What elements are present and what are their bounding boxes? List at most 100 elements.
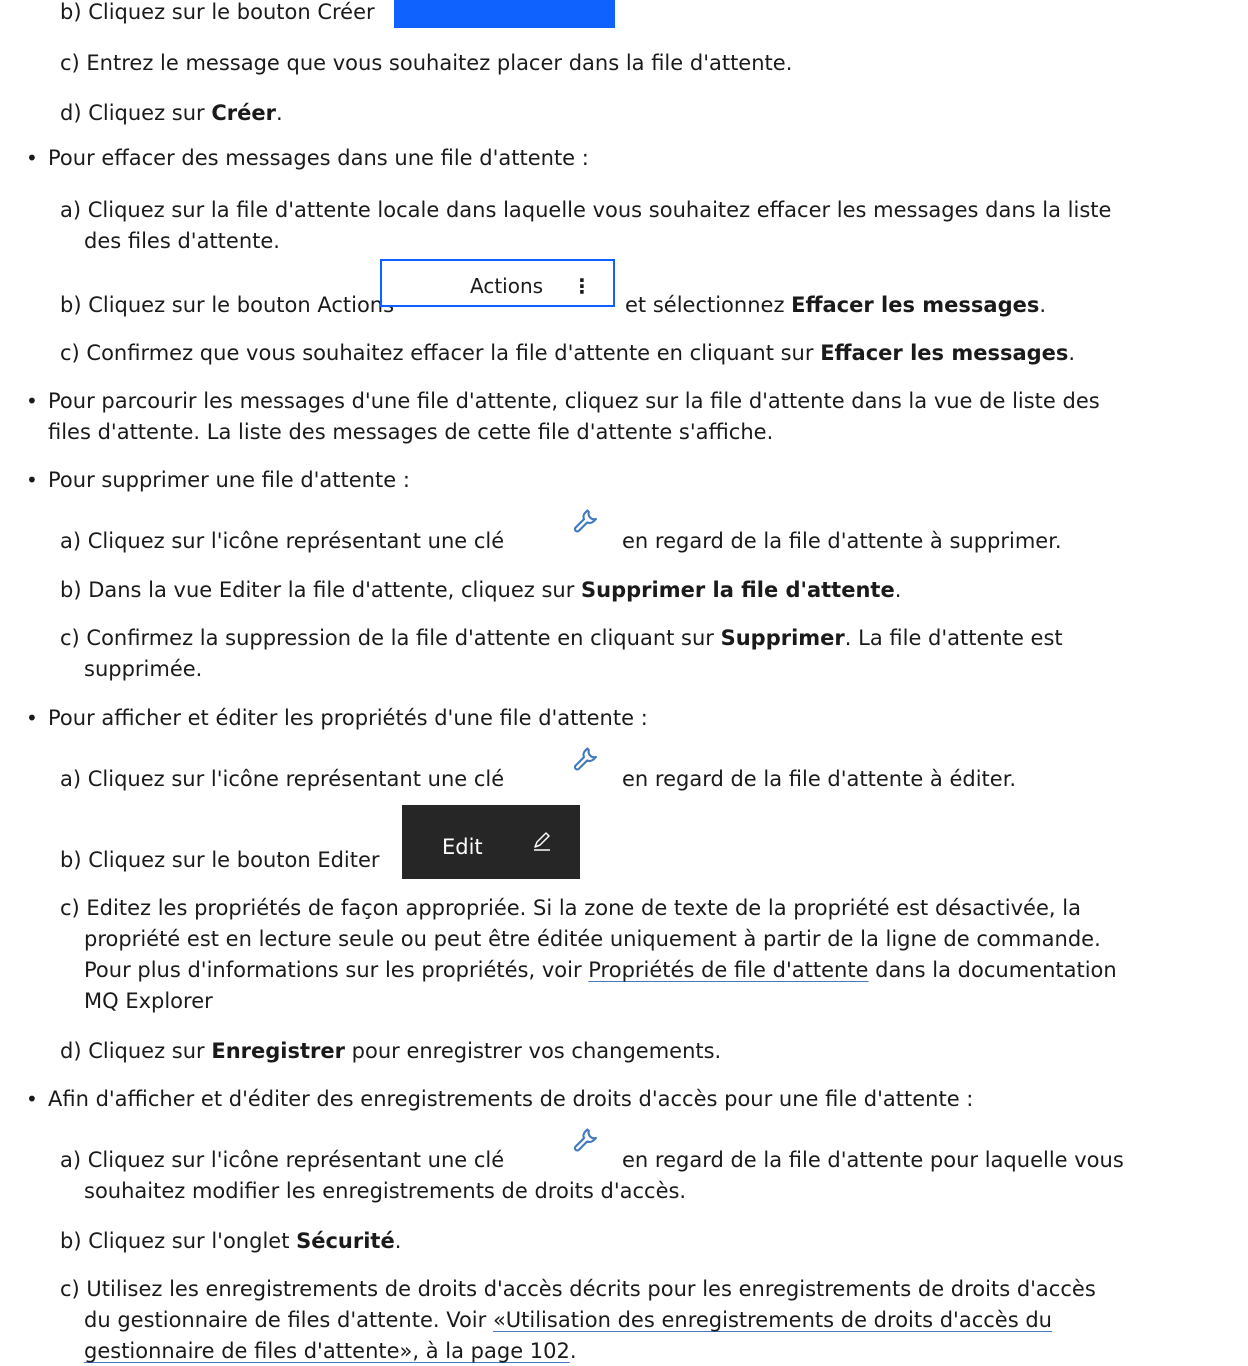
document-body: b) Cliquez sur le bouton Créer c) Entrez… (0, 0, 1248, 1363)
step-text: Pour plus d'informations sur les proprié… (84, 958, 589, 982)
step-text: . (394, 1229, 402, 1253)
step-text: c) Entrez le message que vous souhaitez … (60, 51, 793, 75)
step-text: c) Editez les propriétés de façon approp… (60, 896, 1081, 920)
auth-records-link[interactable]: «Utilisation des enregistrements de droi… (493, 1308, 1052, 1332)
step-text: du gestionnaire de files d'attente. Voir (84, 1308, 493, 1332)
props-step-c: c) Editez les propriétés de façon approp… (60, 893, 1081, 923)
clear-step-a: a) Cliquez sur la file d'attente locale … (60, 195, 1111, 225)
auth-step-a: a) Cliquez sur l'icône représentant une … (60, 1145, 504, 1175)
bold-term: Créer (211, 101, 276, 125)
bold-term: Effacer les messages (791, 293, 1040, 317)
bullet: • (26, 389, 38, 413)
paragraph-text: Afin d'afficher et d'éditer des enregist… (48, 1087, 974, 1111)
step-text: dans la documentation (868, 958, 1117, 982)
step-text: d) Cliquez sur (60, 101, 212, 125)
pencil-icon (534, 832, 550, 851)
clear-step-a-cont: des files d'attente. (84, 226, 280, 256)
step-text: b) Cliquez sur le bouton Editer (60, 848, 380, 872)
wrench-icon (573, 747, 597, 771)
edit-button-image: Edit (402, 805, 580, 879)
step-text: c) Confirmez que vous souhaitez effacer … (60, 341, 821, 365)
actions-button-label: Actions (470, 274, 544, 298)
step-text: a) Cliquez sur l'icône représentant une … (60, 1148, 505, 1172)
step-text: a) Cliquez sur l'icône représentant une … (60, 529, 505, 553)
paragraph-text: Pour supprimer une file d'attente : (48, 468, 410, 492)
auth-step-c-cont-2: gestionnaire de files d'attente», à la p… (84, 1336, 577, 1366)
auth-step-a-cont-2: souhaitez modifier les enregistrements d… (84, 1176, 686, 1206)
step-text: en regard de la file d'attente à éditer. (622, 767, 1017, 791)
create-button-image (394, 0, 615, 28)
step-text: propriété est en lecture seule ou peut ê… (84, 927, 1101, 951)
clear-step-c: c) Confirmez que vous souhaitez effacer … (60, 338, 1075, 368)
step-text: des files d'attente. (84, 229, 280, 253)
step-text: d) Cliquez sur (60, 1039, 212, 1063)
bold-term: Sécurité (296, 1229, 395, 1253)
bullet: • (26, 468, 38, 492)
clear-step-b-cont: et sélectionnez Effacer les messages. (625, 290, 1046, 320)
auth-step-c-cont-1: du gestionnaire de files d'attente. Voir… (84, 1305, 1052, 1335)
step-text: . La file d'attente est (844, 626, 1063, 650)
delete-step-a: a) Cliquez sur l'icône représentant une … (60, 526, 504, 556)
auth-step-c: c) Utilisez les enregistrements de droit… (60, 1274, 1096, 1304)
step-d-create: d) Cliquez sur Créer. (60, 98, 283, 128)
paragraph-text: files d'attente. La liste des messages d… (48, 420, 774, 444)
step-text: supprimée. (84, 657, 203, 681)
step-text: b) Cliquez sur le bouton Créer (60, 0, 375, 24)
step-text: c) Utilisez les enregistrements de droit… (60, 1277, 1096, 1301)
delete-intro: Pour supprimer une file d'attente : (48, 465, 410, 495)
delete-step-b: b) Dans la vue Editer la file d'attente,… (60, 575, 901, 605)
queue-properties-link[interactable]: Propriétés de file d'attente (588, 958, 868, 982)
delete-step-c-cont: supprimée. (84, 654, 202, 684)
step-b-create: b) Cliquez sur le bouton Créer (60, 0, 375, 27)
bullet: • (26, 706, 38, 730)
wrench-icon (573, 1128, 597, 1152)
browse-paragraph-2: files d'attente. La liste des messages d… (48, 417, 773, 447)
props-intro: Pour afficher et éditer les propriétés d… (48, 703, 648, 733)
step-text: . (275, 101, 283, 125)
step-text: et sélectionnez (625, 293, 792, 317)
bullet: • (26, 1087, 38, 1111)
step-text: b) Dans la vue Editer la file d'attente,… (60, 578, 582, 602)
browse-paragraph-1: Pour parcourir les messages d'une file d… (48, 386, 1100, 416)
bold-term: Effacer les messages (820, 341, 1069, 365)
delete-step-c: c) Confirmez la suppression de la file d… (60, 623, 1063, 653)
step-text: en regard de la file d'attente à supprim… (622, 529, 1062, 553)
step-c-create: c) Entrez le message que vous souhaitez … (60, 48, 792, 78)
step-text: . (569, 1339, 577, 1363)
props-step-d: d) Cliquez sur Enregistrer pour enregist… (60, 1036, 721, 1066)
step-text: . (1068, 341, 1076, 365)
step-text: a) Cliquez sur l'icône représentant une … (60, 767, 505, 791)
bold-term: Supprimer (720, 626, 845, 650)
auth-records-link-cont[interactable]: gestionnaire de files d'attente», à la p… (84, 1339, 570, 1363)
props-step-b: b) Cliquez sur le bouton Editer (60, 845, 380, 875)
step-text: en regard de la file d'attente pour laqu… (622, 1148, 1124, 1172)
clear-intro: Pour effacer des messages dans une file … (48, 143, 589, 173)
props-step-a: a) Cliquez sur l'icône représentant une … (60, 764, 504, 794)
step-text: . (1039, 293, 1047, 317)
bold-term: Supprimer la file d'attente (581, 578, 895, 602)
edit-button-label: Edit (442, 835, 483, 859)
step-text: . (894, 578, 902, 602)
overflow-menu-icon: ⋮ (572, 274, 592, 298)
step-text: b) Cliquez sur l'onglet (60, 1229, 297, 1253)
auth-step-b: b) Cliquez sur l'onglet Sécurité. (60, 1226, 401, 1256)
paragraph-text: Pour afficher et éditer les propriétés d… (48, 706, 648, 730)
step-text: souhaitez modifier les enregistrements d… (84, 1179, 687, 1203)
step-text: c) Confirmez la suppression de la file d… (60, 626, 721, 650)
clear-step-b: b) Cliquez sur le bouton Actions (60, 290, 394, 320)
props-step-c-cont-1: propriété est en lecture seule ou peut ê… (84, 924, 1101, 954)
props-step-c-cont-3: MQ Explorer (84, 986, 213, 1016)
bullet: • (26, 146, 38, 170)
step-text: pour enregistrer vos changements. (344, 1039, 722, 1063)
step-text: a) Cliquez sur la file d'attente locale … (60, 198, 1112, 222)
bold-term: Enregistrer (211, 1039, 345, 1063)
paragraph-text: Pour parcourir les messages d'une file d… (48, 389, 1100, 413)
paragraph-text: Pour effacer des messages dans une file … (48, 146, 589, 170)
props-step-a-cont: en regard de la file d'attente à éditer. (622, 764, 1016, 794)
step-text: b) Cliquez sur le bouton Actions (60, 293, 395, 317)
auth-step-a-cont: en regard de la file d'attente pour laqu… (622, 1145, 1124, 1175)
auth-intro: Afin d'afficher et d'éditer des enregist… (48, 1084, 973, 1114)
delete-step-a-cont: en regard de la file d'attente à supprim… (622, 526, 1062, 556)
wrench-icon (573, 509, 597, 533)
actions-button-image: Actions ⋮ (380, 259, 615, 307)
